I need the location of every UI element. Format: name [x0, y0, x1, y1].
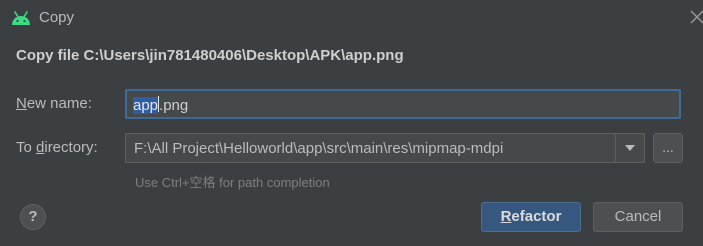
new-name-unselected-text: .png — [159, 97, 189, 114]
to-directory-label-before: To — [16, 139, 37, 156]
browse-button[interactable]: ... — [653, 133, 683, 163]
window-title: Copy — [39, 9, 75, 26]
to-directory-label: To directory: — [16, 139, 98, 156]
new-name-selected-text: app — [133, 97, 159, 114]
help-button[interactable]: ? — [20, 204, 46, 230]
new-name-input[interactable]: app.png — [125, 89, 681, 119]
path-completion-hint: Use Ctrl+空格 for path completion — [135, 175, 330, 190]
new-name-value[interactable]: app.png — [133, 96, 188, 114]
close-icon[interactable] — [690, 10, 703, 24]
new-name-mnemonic: N — [16, 95, 27, 112]
chevron-down-icon[interactable] — [615, 134, 644, 162]
title-bar: Copy — [0, 0, 703, 36]
refactor-label: efactor — [511, 208, 562, 225]
new-name-label: New name: — [16, 95, 92, 112]
to-directory-value[interactable]: F:\All Project\Helloworld\app\src\main\r… — [134, 140, 503, 157]
refactor-button[interactable]: Refactor — [481, 202, 581, 232]
dialog-heading: Copy file C:\Users\jin781480406\Desktop\… — [16, 47, 404, 64]
cancel-button[interactable]: Cancel — [593, 202, 683, 232]
to-directory-label-after: irectory: — [44, 139, 98, 156]
android-icon — [12, 11, 30, 25]
refactor-mnemonic: R — [500, 208, 512, 225]
to-directory-combobox[interactable]: F:\All Project\Helloworld\app\src\main\r… — [125, 133, 645, 163]
new-name-label-text: ew name: — [26, 95, 92, 112]
